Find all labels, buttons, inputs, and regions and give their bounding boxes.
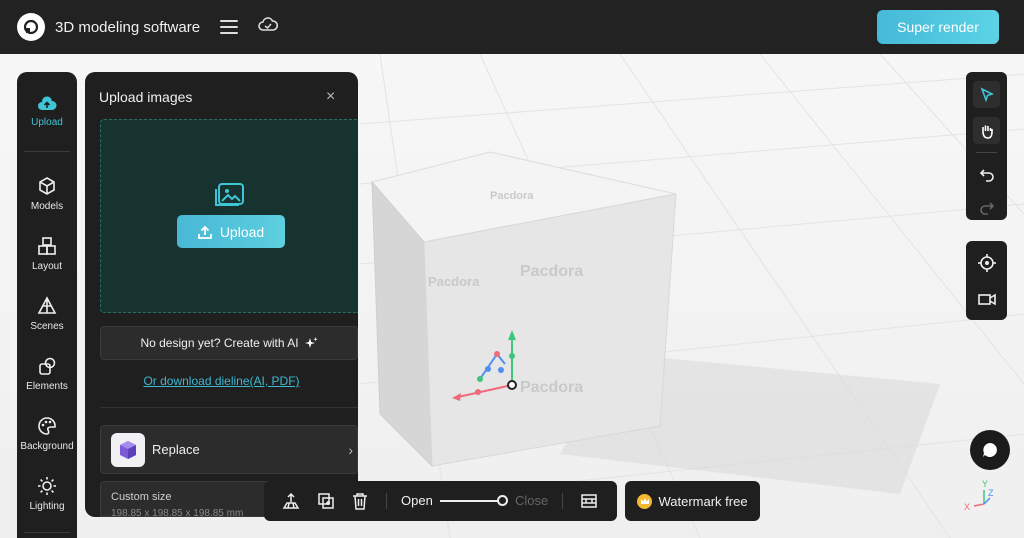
replace-button[interactable]: Replace › [100, 425, 358, 474]
images-icon [215, 183, 244, 206]
right-toolbar-tools [966, 72, 1007, 220]
hand-icon [981, 125, 993, 139]
redo-icon [979, 201, 994, 215]
download-dieline-link[interactable]: Or download dieline(AI, PDF) [85, 374, 358, 388]
upload-arrow-icon [197, 225, 212, 239]
sidebar-item-label: Background [20, 441, 74, 452]
left-sidebar: Upload Models Layout Scenes Elements Bac… [17, 72, 77, 538]
app-logo[interactable] [17, 13, 45, 41]
sun-icon [38, 477, 56, 495]
cloud-icon[interactable] [258, 16, 279, 38]
chat-button[interactable] [970, 430, 1010, 470]
cube-brand-text: Pacdora [490, 190, 534, 202]
cube-brand-text: Pacdora [428, 274, 480, 289]
cloud-upload-icon [38, 96, 57, 110]
crown-icon [637, 493, 653, 509]
upload-button-label: Upload [219, 223, 265, 240]
slider-knob[interactable] [497, 495, 508, 506]
sidebar-item-models[interactable]: Models [17, 176, 77, 212]
cube-front-face [423, 193, 677, 467]
axes-orientation-gizmo: Y X Z [964, 479, 994, 512]
crosshair-icon [977, 253, 996, 272]
axis-z-label: Z [988, 488, 994, 498]
sidebar-item-label: Models [30, 201, 64, 212]
sidebar-item-label: Layout [31, 261, 63, 272]
chevron-right-icon: › [348, 442, 353, 458]
sidebar-item-layout[interactable]: Layout [17, 236, 77, 272]
open-label: Open [401, 493, 433, 508]
elements-icon [39, 357, 56, 375]
sidebar-item-label: Lighting [29, 501, 65, 512]
open-close-slider[interactable] [440, 500, 503, 502]
camera-view-icon [977, 293, 996, 305]
undo-button[interactable] [973, 160, 1000, 187]
select-tool[interactable] [973, 81, 1000, 108]
undo-icon [979, 168, 994, 182]
close-icon[interactable]: × [326, 88, 335, 106]
cube-brand-text: Pacdora [520, 379, 583, 396]
camera-view-button[interactable] [973, 285, 1000, 312]
floor-grid-icon[interactable] [281, 491, 301, 511]
sidebar-item-lighting[interactable]: Lighting [17, 476, 77, 512]
sidebar-item-label: Scenes [30, 321, 64, 332]
watermark-free-button[interactable]: Watermark free [625, 481, 760, 521]
custom-size-dimensions: 198.85 x 198.85 x 198.85 mm [111, 508, 244, 517]
create-with-ai-label: No design yet? Create with AI [140, 336, 299, 350]
cube-icon [39, 177, 55, 195]
sidebar-item-background[interactable]: Background [17, 416, 77, 452]
super-render-button[interactable]: Super render [877, 10, 999, 44]
logo-icon [23, 19, 39, 35]
sidebar-item-upload[interactable]: Upload [17, 96, 77, 128]
layout-blocks-icon [38, 237, 56, 255]
pointer-icon [980, 86, 994, 102]
image-drop-zone[interactable]: Upload [100, 119, 358, 313]
cube-brand-text: Pacdora [520, 263, 583, 280]
dieline-view-icon[interactable] [579, 491, 599, 511]
sidebar-item-scenes[interactable]: Scenes [17, 296, 77, 332]
redo-button[interactable] [973, 196, 1000, 223]
delete-icon[interactable] [350, 491, 370, 511]
close-label: Close [515, 493, 549, 508]
replace-label: Replace [152, 442, 200, 457]
sidebar-item-label: Upload [31, 117, 63, 128]
sidebar-item-label: Elements [26, 381, 68, 392]
upload-panel: Upload images × Upload No design yet? Cr… [85, 72, 358, 517]
top-bar: 3D modeling software Super render [0, 0, 1024, 54]
replace-thumbnail [111, 432, 145, 467]
sparkle-icon [304, 336, 318, 348]
bottom-toolbar: Open Close [264, 481, 617, 521]
upload-button[interactable]: Upload [177, 215, 285, 248]
app-title: 3D modeling software [55, 18, 201, 36]
chat-bubble-icon [983, 443, 997, 457]
panel-title: Upload images [99, 89, 193, 105]
scene-icon [37, 296, 57, 314]
duplicate-icon[interactable] [316, 491, 336, 511]
watermark-free-label: Watermark free [658, 493, 748, 509]
pan-tool[interactable] [973, 117, 1000, 144]
center-view-button[interactable] [973, 249, 1000, 276]
divider [100, 407, 358, 408]
purple-box-icon [120, 440, 136, 459]
custom-size-label: Custom size [111, 491, 172, 503]
sidebar-item-elements[interactable]: Elements [17, 356, 77, 392]
right-toolbar-view [966, 241, 1007, 320]
create-with-ai-button[interactable]: No design yet? Create with AI [100, 326, 358, 360]
axis-x-label: X [964, 502, 970, 512]
palette-icon [38, 417, 56, 435]
hamburger-menu-icon[interactable] [220, 20, 239, 34]
